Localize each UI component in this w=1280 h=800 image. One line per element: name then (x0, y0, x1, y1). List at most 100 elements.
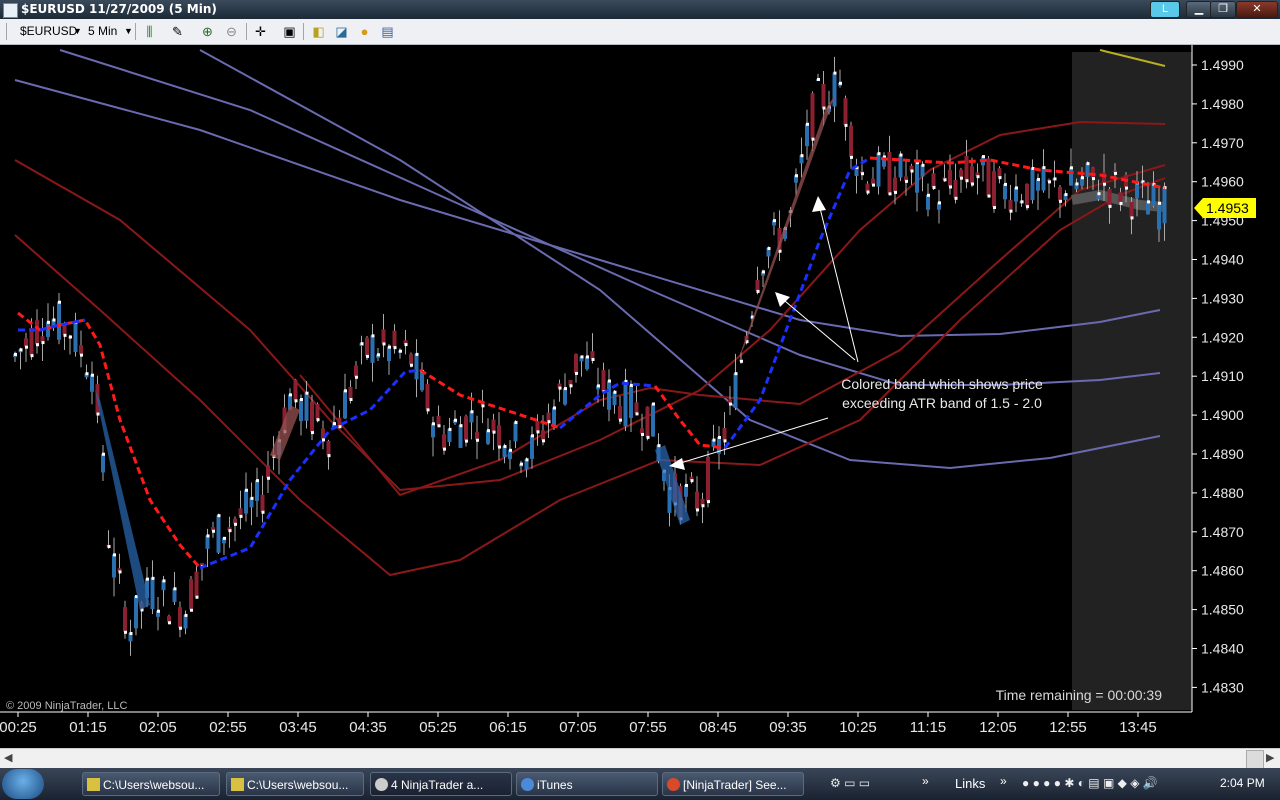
coin-icon[interactable]: ● (357, 24, 372, 39)
chevron-right-icon[interactable]: » (1000, 774, 1007, 788)
link-button[interactable]: L (1150, 1, 1180, 18)
candle-close-dot (102, 452, 105, 456)
candle-body (706, 456, 710, 502)
quicklaunch-icons[interactable]: ⚙ ▭ ▭ (830, 776, 870, 790)
taskbar-item-itunes[interactable]: iTunes (516, 772, 658, 796)
zoom-out-icon[interactable]: ⊖ (224, 24, 239, 39)
candle-close-dot (311, 431, 314, 435)
app-icon (3, 3, 18, 18)
x-tick-label: 02:55 (209, 719, 247, 736)
data-box-icon[interactable]: ▤ (380, 24, 395, 39)
minimize-button[interactable]: ▁ (1186, 1, 1212, 18)
candle-body (1030, 167, 1035, 201)
y-tick-label: 1.4920 (1201, 329, 1244, 345)
chevron-down-icon[interactable]: ▼ (124, 23, 133, 40)
candle-body (475, 432, 479, 440)
chart-canvas[interactable]: 1.49901.49801.49701.49601.49501.49401.49… (0, 45, 1280, 745)
candle-body (1129, 201, 1134, 218)
x-tick-label: 08:45 (699, 719, 737, 736)
instrument-selector[interactable]: $EURUSD (20, 23, 77, 40)
candle-close-dot (316, 418, 320, 422)
candle-close-dot (833, 71, 837, 75)
zoom-in-icon[interactable]: ⊕ (200, 24, 215, 39)
candle-close-dot (910, 169, 914, 173)
candle-close-dot (580, 355, 584, 359)
candle-body (244, 489, 248, 514)
taskbar-item-chrome[interactable]: [NinjaTrader] See... (662, 772, 804, 796)
candle-body (101, 453, 105, 473)
y-tick-label: 1.4880 (1201, 485, 1244, 501)
interval-selector[interactable]: 5 Min (88, 23, 117, 40)
atr-exceed-band (95, 390, 150, 610)
clock[interactable]: 2:04 PM (1220, 776, 1265, 790)
scroll-right-arrow-icon[interactable]: ▶ (1266, 751, 1274, 764)
links-toolbar[interactable]: Links (955, 776, 985, 791)
y-tick-label: 1.4970 (1201, 135, 1244, 151)
candle-close-dot (729, 402, 732, 406)
candle-close-dot (1103, 182, 1106, 186)
candle-body (651, 403, 655, 437)
y-tick-label: 1.4910 (1201, 368, 1244, 384)
candle-close-dot (492, 430, 496, 434)
horizontal-scrollbar[interactable]: ◀ ▶ (0, 748, 1280, 769)
candle-close-dot (635, 412, 639, 416)
title-bar: $EURUSD 11/27/2009 (5 Min) L ▁ ❐ ✕ (0, 0, 1280, 19)
candle-body (574, 354, 578, 373)
last-price-label: 1.4953 (1206, 200, 1249, 216)
scroll-thumb[interactable] (1246, 750, 1264, 769)
maximize-button[interactable]: ❐ (1210, 1, 1236, 18)
indicators-icon[interactable]: ◪ (334, 24, 349, 39)
candle-close-dot (382, 342, 386, 346)
candle-body (436, 415, 441, 426)
candle-close-dot (839, 81, 842, 85)
candlestick-icon[interactable]: ⫼ (142, 24, 157, 39)
candle-body (898, 154, 903, 178)
candle-body (343, 390, 347, 419)
candle-close-dot (965, 179, 969, 183)
candle-close-dot (877, 152, 881, 156)
x-axis-ticks: 00:25 01:15 02:05 02:55 03:45 04:35 05:25 06:15… (0, 712, 1157, 736)
candle-body (953, 179, 958, 198)
properties-icon[interactable]: ▣ (282, 24, 297, 39)
price-chart[interactable]: 1.4990 1.4980 1.4970 1.4960 1.4950 1.4940 1.49… (0, 45, 1280, 745)
candle-close-dot (707, 500, 710, 504)
candle-body (62, 324, 67, 335)
start-button[interactable] (2, 769, 44, 799)
candle-body (1025, 183, 1029, 207)
candle-body (755, 279, 760, 291)
candle-close-dot (91, 373, 94, 377)
taskbar-item-ninjatrader[interactable]: 4 NinjaTrader a... (370, 772, 512, 796)
candle-close-dot (1037, 177, 1040, 181)
candle-close-dot (437, 424, 441, 428)
candle-close-dot (1097, 192, 1101, 196)
candle-body (354, 365, 358, 377)
crosshair-icon[interactable]: ✛ (253, 24, 268, 39)
tray-icons[interactable]: ● ● ● ● ✱ ◐ ▤ ▣ ◆ ◈ 🔊 (1022, 776, 1158, 790)
candle-close-dot (641, 432, 644, 436)
candle-body (535, 421, 540, 432)
candle-body (601, 370, 606, 392)
strategy-icon[interactable]: ◧ (311, 24, 326, 39)
candle-close-dot (987, 194, 991, 198)
candle-body (849, 125, 853, 157)
taskbar-item-explorer-1[interactable]: C:\Users\websou... (82, 772, 220, 796)
y-tick-label: 1.4980 (1201, 96, 1244, 112)
candle-close-dot (520, 462, 523, 466)
chevron-right-icon[interactable]: » (922, 774, 929, 788)
x-tick-label: 02:05 (139, 719, 177, 736)
candle-body (1162, 187, 1167, 224)
candle-close-dot (300, 397, 303, 401)
candle-close-dot (976, 175, 980, 179)
chevron-down-icon[interactable]: ▼ (73, 23, 82, 40)
candle-body (172, 588, 177, 603)
pencil-icon[interactable]: ✎ (170, 24, 185, 39)
candle-body (464, 416, 468, 441)
candle-body (1135, 182, 1139, 199)
close-button[interactable]: ✕ (1236, 1, 1278, 18)
taskbar-item-explorer-2[interactable]: C:\Users\websou... (226, 772, 364, 796)
candle-close-dot (1119, 201, 1123, 205)
candle-close-dot (547, 420, 551, 424)
x-tick-label: 07:05 (559, 719, 597, 736)
scroll-left-arrow-icon[interactable]: ◀ (4, 751, 12, 764)
candle-close-dot (740, 359, 743, 363)
